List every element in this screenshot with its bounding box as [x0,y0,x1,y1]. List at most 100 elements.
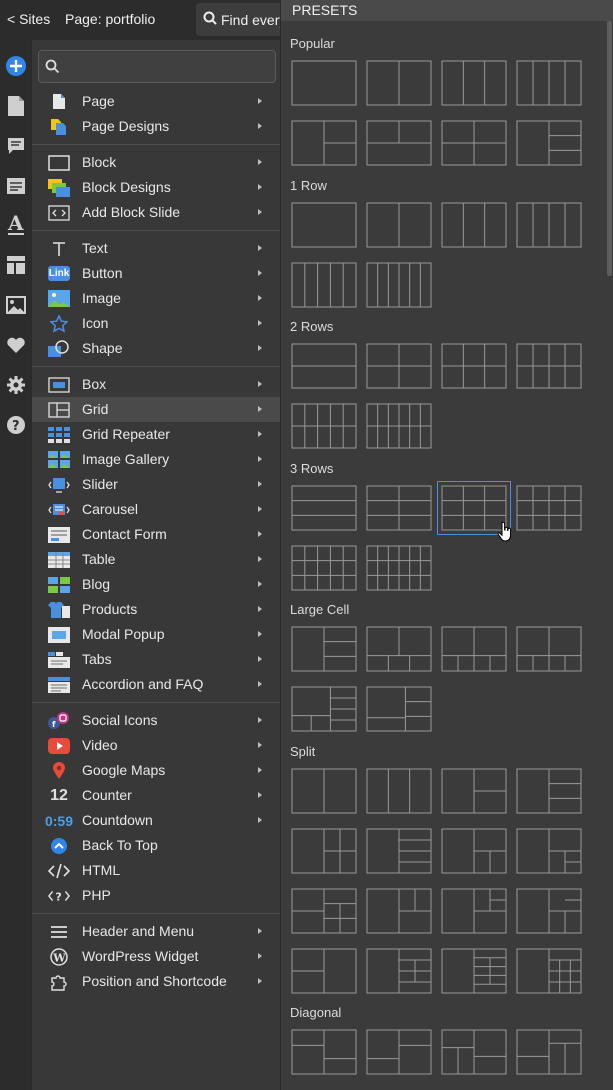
sites-link[interactable]: < Sites [7,11,50,27]
preset-thumbnail[interactable] [291,343,357,389]
preset-thumbnail[interactable] [366,828,432,874]
menu-search-input[interactable] [38,50,276,83]
preset-thumbnail[interactable] [441,626,507,672]
menu-item-block-designs[interactable]: Block Designs [32,175,281,200]
preset-thumbnail[interactable] [291,120,357,166]
preset-thumbnail[interactable] [291,60,357,106]
preset-thumbnail[interactable] [441,948,507,994]
preset-thumbnail[interactable] [441,888,507,934]
preset-thumbnail[interactable] [516,888,582,934]
menu-item-wordpress-widget[interactable]: W WordPress Widget [32,944,281,969]
typography-icon[interactable]: A [4,213,27,236]
preset-thumbnail[interactable] [291,202,357,248]
preset-thumbnail[interactable] [291,1029,357,1075]
menu-item-products[interactable]: Products [32,597,281,622]
menu-item-block[interactable]: Block [32,150,281,175]
preset-thumbnail[interactable] [366,768,432,814]
preset-thumbnail[interactable] [291,485,357,531]
preset-thumbnail[interactable] [291,828,357,874]
menu-item-shape[interactable]: Shape [32,336,281,361]
preset-thumbnail[interactable] [291,545,357,591]
image-icon[interactable] [4,293,27,316]
menu-item-table[interactable]: Table [32,547,281,572]
preset-thumbnail[interactable] [516,948,582,994]
menu-item-modal-popup[interactable]: Modal Popup [32,622,281,647]
menu-item-page-designs[interactable]: Page Designs [32,114,281,139]
menu-item-counter[interactable]: 12 Counter [32,783,281,808]
preset-thumbnail[interactable] [366,626,432,672]
menu-item-google-maps[interactable]: Google Maps [32,758,281,783]
preset-thumbnail[interactable] [441,60,507,106]
page-name[interactable]: Page: portfolio [65,11,155,27]
menu-item-grid[interactable]: Grid [32,397,281,422]
form-icon[interactable] [4,174,27,197]
preset-thumbnail[interactable] [441,768,507,814]
preset-thumbnail[interactable] [291,626,357,672]
layout-icon[interactable] [4,253,27,276]
preset-thumbnail[interactable] [366,403,432,449]
preset-thumbnail[interactable] [516,828,582,874]
preset-thumbnail[interactable] [366,120,432,166]
preset-thumbnail[interactable] [366,686,432,732]
preset-thumbnail[interactable] [441,343,507,389]
menu-item-php[interactable]: ? PHP [32,883,281,908]
menu-item-blog[interactable]: Blog [32,572,281,597]
preset-thumbnail[interactable] [516,626,582,672]
preset-thumbnail[interactable] [291,686,357,732]
menu-item-text[interactable]: Text [32,236,281,261]
add-icon[interactable] [4,54,27,77]
menu-item-slider[interactable]: Slider [32,472,281,497]
menu-item-social-icons[interactable]: f Social Icons [32,708,281,733]
menu-item-add-block-slide[interactable]: Add Block Slide [32,200,281,225]
preset-thumbnail[interactable] [291,403,357,449]
preset-thumbnail[interactable] [366,545,432,591]
preset-thumbnail[interactable] [516,768,582,814]
page-icon[interactable] [4,94,27,117]
menu-item-image-gallery[interactable]: Image Gallery [32,447,281,472]
menu-item-back-to-top[interactable]: Back To Top [32,833,281,858]
menu-item-tabs[interactable]: Tabs [32,647,281,672]
menu-item-html[interactable]: HTML [32,858,281,883]
preset-thumbnail[interactable] [441,1029,507,1075]
preset-thumbnail[interactable] [366,1029,432,1075]
preset-thumbnail[interactable] [366,202,432,248]
help-icon[interactable]: ? [4,413,27,436]
gear-icon[interactable] [4,373,27,396]
menu-item-video[interactable]: Video [32,733,281,758]
menu-item-image[interactable]: Image [32,286,281,311]
preset-thumbnail[interactable] [366,343,432,389]
preset-thumbnail[interactable] [516,1029,582,1075]
preset-thumbnail[interactable] [366,888,432,934]
menu-item-button[interactable]: Link Button [32,261,281,286]
find-everything-search[interactable]: Find every [196,3,286,36]
preset-thumbnail[interactable] [441,828,507,874]
heart-icon[interactable] [4,333,27,356]
menu-item-box[interactable]: Box [32,372,281,397]
preset-thumbnail[interactable] [291,888,357,934]
preset-thumbnail[interactable] [516,120,582,166]
preset-thumbnail[interactable] [441,120,507,166]
presets-scrollbar[interactable] [607,21,612,276]
preset-thumbnail[interactable] [516,485,582,531]
preset-thumbnail[interactable] [441,202,507,248]
preset-thumbnail[interactable] [366,948,432,994]
preset-thumbnail[interactable] [366,262,432,308]
comment-icon[interactable] [4,134,27,157]
preset-thumbnail[interactable] [291,948,357,994]
menu-item-icon[interactable]: Icon [32,311,281,336]
preset-thumbnail[interactable] [366,485,432,531]
preset-thumbnail[interactable] [516,343,582,389]
menu-item-accordion[interactable]: Accordion and FAQ [32,672,281,697]
menu-item-page[interactable]: Page [32,89,281,114]
preset-thumbnail[interactable] [291,262,357,308]
menu-item-contact-form[interactable]: Contact Form [32,522,281,547]
preset-thumbnail[interactable] [291,768,357,814]
menu-item-grid-repeater[interactable]: Grid Repeater [32,422,281,447]
menu-item-countdown[interactable]: 0:59 Countdown [32,808,281,833]
preset-thumbnail[interactable] [366,60,432,106]
menu-item-header-and-menu[interactable]: Header and Menu [32,919,281,944]
preset-thumbnail[interactable] [516,202,582,248]
menu-item-position-and-shortcode[interactable]: Position and Shortcode [32,969,281,994]
menu-item-carousel[interactable]: Carousel [32,497,281,522]
preset-thumbnail[interactable] [516,60,582,106]
